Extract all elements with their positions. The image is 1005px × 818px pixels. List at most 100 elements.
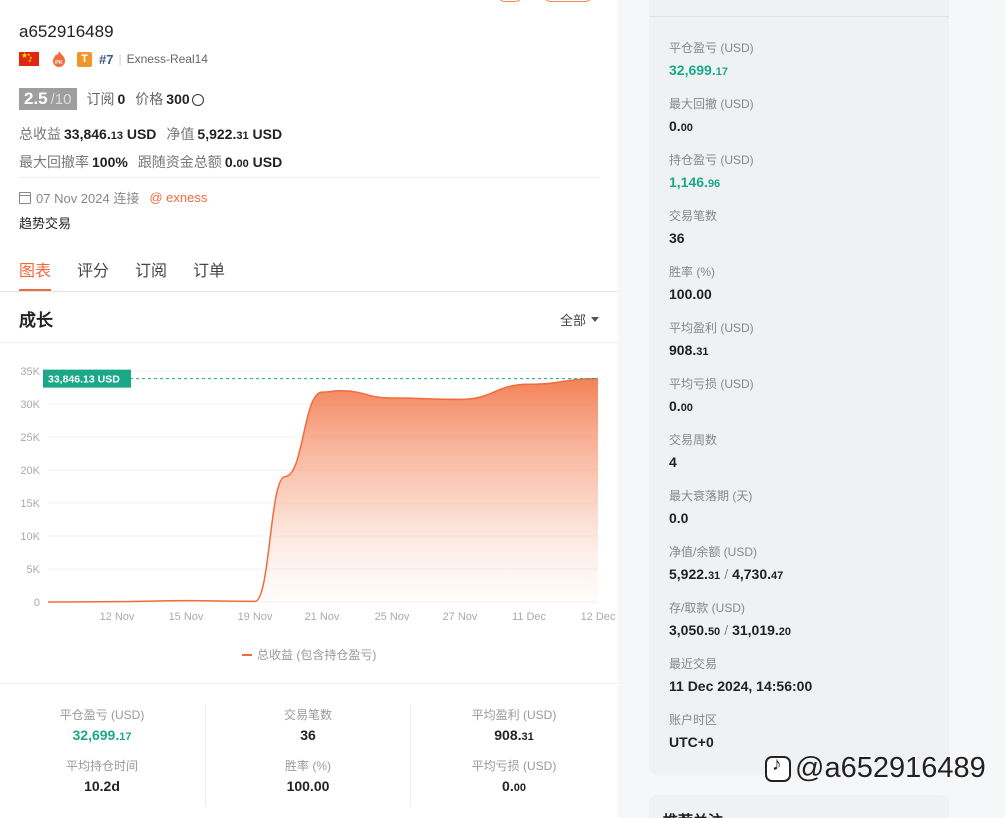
metric-label: 平仓盈亏 (USD) — [669, 41, 754, 55]
metric-label: 交易周数 — [669, 433, 718, 447]
metric-value: 1,146.96 — [669, 174, 721, 190]
metric-label: 账户时区 — [669, 713, 718, 727]
summary-label: 平均盈利 (USD) — [471, 708, 557, 722]
follow-funds-label: 跟随资金总额 — [137, 154, 222, 170]
tab-subscribe[interactable]: 订阅 — [135, 255, 167, 291]
summary-win-rate: 胜率 (%) 100.00 — [208, 757, 408, 794]
rating-max: /10 — [50, 91, 72, 108]
y-tick-label: 25K — [20, 432, 40, 444]
tab-bar: 图表 评分 订阅 订单 — [19, 255, 251, 291]
metric-label: 持仓盈亏 (USD) — [669, 153, 754, 167]
metric-label: 最近交易 — [669, 657, 718, 671]
y-tick-label: 35K — [20, 366, 40, 378]
top-follow-button[interactable] — [543, 0, 593, 2]
price-value: 300 — [166, 91, 190, 107]
summary-value: 0.00 — [502, 778, 526, 794]
summary-value: 32,699.17 — [72, 727, 132, 743]
metric-value: 908.31 — [669, 342, 709, 358]
watermark-text: @a652916489 — [795, 752, 986, 784]
summary-avg-profit: 平均盈利 (USD) 908.31 — [414, 706, 614, 743]
divider — [0, 683, 618, 684]
legend-label[interactable]: 总收益 (包含持仓盈亏) — [257, 647, 376, 662]
coin-icon — [191, 94, 204, 106]
section-title: 成长 — [19, 311, 53, 330]
summary-label: 胜率 (%) — [285, 759, 331, 773]
y-tick-label: 10K — [20, 531, 40, 543]
total-profit-label: 总收益 — [19, 126, 61, 142]
x-tick-label: 27 Nov — [443, 611, 478, 623]
y-tick-label: 5K — [27, 564, 41, 576]
t-badge-icon: T — [77, 51, 92, 67]
metric-label: 存/取款 (USD) — [669, 601, 745, 615]
metric-item: 净值/余额 (USD) 5,922.31/4,730.47 — [669, 543, 783, 582]
summary-label: 平仓盈亏 (USD) — [59, 708, 145, 722]
range-dropdown[interactable]: 全部 — [560, 310, 600, 329]
rating-value: 2.5 — [24, 89, 48, 108]
divider — [649, 16, 949, 17]
divider — [205, 704, 206, 806]
tab-chart[interactable]: 图表 — [19, 255, 52, 291]
connect-date: 07 Nov 2024 连接 — [36, 191, 140, 206]
metric-value: 5,922.31/4,730.47 — [669, 566, 784, 582]
svg-text:PK: PK — [55, 60, 63, 66]
metric-item: 最大衰落期 (天) 0.0 — [669, 487, 752, 526]
max-drawdown-label: 最大回撤率 — [19, 154, 89, 170]
summary-label: 交易笔数 — [283, 708, 332, 722]
x-tick-label: 11 Dec — [512, 611, 547, 623]
calendar-icon — [19, 191, 31, 204]
y-tick-label: 0 — [34, 597, 40, 609]
range-value: 全部 — [560, 313, 587, 328]
y-tick-label: 30K — [20, 399, 40, 411]
x-axis: 12 Nov 15 Nov 19 Nov 21 Nov 25 Nov 27 Nov 11 D… — [100, 611, 616, 623]
y-tick-label: 20K — [20, 465, 40, 477]
metric-item: 平仓盈亏 (USD) 32,699.17 — [669, 39, 754, 78]
max-drawdown-value: 100% — [92, 154, 128, 170]
metric-label: 平均盈利 (USD) — [669, 321, 754, 335]
summary-value: 100.00 — [286, 778, 330, 794]
trader-profile-panel: a652916489 ★ ★ ★ ★ PK T #7 | Exness-Real14 … — [0, 0, 618, 818]
metric-item: 最近交易 11 Dec 2024, 14:56:00 — [669, 655, 812, 694]
douyin-logo-icon — [765, 754, 791, 782]
china-flag-icon: ★ ★ ★ ★ — [19, 52, 39, 66]
tab-orders[interactable]: 订单 — [193, 255, 225, 291]
username: a652916489 — [19, 22, 114, 41]
equity-value: 5,922.31 USD — [197, 126, 283, 142]
drawdown-row: 最大回撤率 100% 跟随资金总额 0.00 USD — [19, 152, 292, 172]
y-axis: 0 5K 10K 15K 20K 25K 30K 35K — [20, 366, 40, 609]
x-tick-label: 19 Nov — [238, 611, 273, 623]
strategy-tag: 趋势交易 — [19, 216, 72, 231]
metric-value: 11 Dec 2024, 14:56:00 — [669, 678, 813, 694]
metric-label: 交易笔数 — [669, 209, 718, 223]
summary-label: 平均亏损 (USD) — [471, 759, 557, 773]
metric-value: 100.00 — [669, 286, 712, 302]
badge-row: ★ ★ ★ ★ PK T #7 | Exness-Real14 — [19, 50, 208, 68]
metric-value: 4 — [669, 454, 677, 470]
metric-value: 3,050.50/31,019.20 — [669, 622, 792, 638]
growth-chart[interactable]: 0 5K 10K 15K 20K 25K 30K 35K 12 Nov 15 Nov 19 Nov… — [0, 350, 618, 680]
subscribe-count: 0 — [117, 91, 126, 107]
y-tick-label: 15K — [20, 498, 40, 510]
metric-value: 32,699.17 — [669, 62, 728, 78]
divider — [0, 291, 618, 292]
profit-row: 总收益 33,846.13 USD 净值 5,922.31 USD — [19, 124, 292, 144]
tab-rating[interactable]: 评分 — [77, 255, 109, 291]
separator: | — [118, 52, 122, 66]
summary-closed-pnl: 平仓盈亏 (USD) 32,699.17 — [2, 706, 202, 743]
rank-label: #7 — [99, 51, 114, 67]
recommend-title: 推荐关注 — [663, 810, 723, 818]
summary-label: 平均持仓时间 — [65, 759, 138, 773]
metric-label: 平均亏损 (USD) — [669, 377, 754, 391]
follow-funds-value: 0.00 USD — [224, 154, 283, 170]
metric-item: 交易笔数 36 — [669, 207, 717, 246]
divider — [0, 342, 618, 343]
metric-item: 平均亏损 (USD) 0.00 — [669, 375, 754, 414]
summary-value: 36 — [300, 727, 316, 743]
top-icon-button[interactable] — [497, 0, 523, 2]
metric-item: 存/取款 (USD) 3,050.50/31,019.20 — [669, 599, 791, 638]
metric-label: 净值/余额 (USD) — [669, 545, 757, 559]
metric-item: 持仓盈亏 (USD) 1,146.96 — [669, 151, 754, 190]
x-tick-label: 15 Nov — [169, 611, 204, 623]
broker-link[interactable]: @ exness — [149, 190, 207, 205]
metric-item: 最大回撤 (USD) 0.00 — [669, 95, 754, 134]
metric-item: 交易周数 4 — [669, 431, 717, 470]
